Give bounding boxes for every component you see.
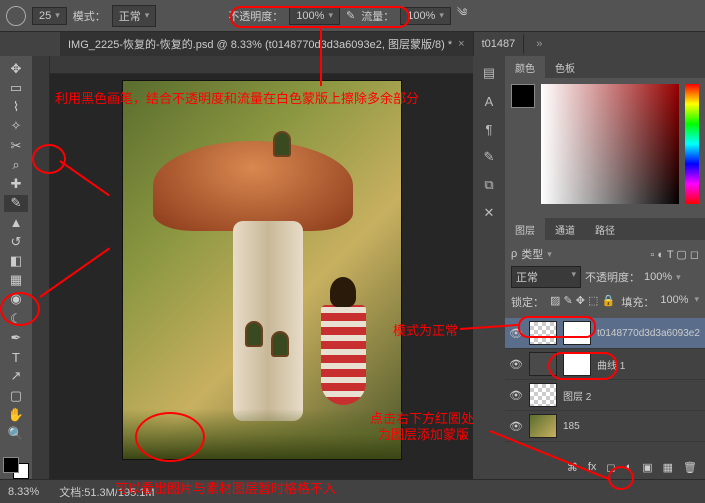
flow-label: 流量： <box>361 8 394 24</box>
hue-slider[interactable] <box>685 84 699 204</box>
mode-label: 模式： <box>73 8 106 24</box>
zoom-value[interactable]: 8.33% <box>8 486 39 498</box>
brush-tool-icon[interactable]: ✎ <box>4 195 28 212</box>
move-tool-icon[interactable]: ✥ <box>4 60 28 77</box>
color-swatches[interactable] <box>3 457 29 479</box>
visibility-icon[interactable]: 👁 <box>509 327 523 340</box>
fg-color-swatch[interactable] <box>3 457 19 473</box>
visibility-icon[interactable]: 👁 <box>509 358 523 371</box>
crop-tool-icon[interactable]: ✂ <box>4 137 28 154</box>
new-layer-icon[interactable]: ▦ <box>663 461 673 474</box>
color-panel <box>505 78 705 218</box>
mask-thumb[interactable] <box>563 321 591 345</box>
history-icon[interactable]: ▤ <box>480 64 498 82</box>
path-tool-icon[interactable]: ↗ <box>4 368 28 385</box>
layer-thumb[interactable] <box>529 383 557 407</box>
eyedropper-tool-icon[interactable]: ⌕ <box>4 156 28 173</box>
tab-inactive[interactable]: t01487 <box>474 34 525 54</box>
heal-tool-icon[interactable]: ✚ <box>4 175 28 192</box>
tab-channels[interactable]: 通道 <box>545 218 585 240</box>
hand-tool-icon[interactable]: ✋ <box>4 406 28 423</box>
ruler-vertical <box>32 56 50 479</box>
blend-mode-dd[interactable]: 正常▾ <box>112 5 157 27</box>
wand-tool-icon[interactable]: ✧ <box>4 118 28 135</box>
adj-thumb[interactable] <box>529 352 557 376</box>
blur-tool-icon[interactable]: ◉ <box>4 291 28 308</box>
dodge-tool-icon[interactable]: ☾ <box>4 310 28 327</box>
zoom-tool-icon[interactable]: 🔍 <box>4 425 28 442</box>
brush-size-dd[interactable]: 25▾ <box>32 7 67 25</box>
document-canvas[interactable] <box>122 80 402 460</box>
layer-list: 👁 t0148770d3d3a6093e2 👁 曲线 1 👁 图层 2 👁 18… <box>505 318 705 455</box>
character-icon[interactable]: A <box>480 92 498 110</box>
paragraph-icon[interactable]: ¶ <box>480 120 498 138</box>
layer-row[interactable]: 👁 曲线 1 <box>505 349 705 380</box>
shape-tool-icon[interactable]: ▢ <box>4 387 28 404</box>
airbrush-icon[interactable]: ༄ <box>457 0 468 31</box>
color-field[interactable] <box>541 84 679 204</box>
layer-thumb[interactable] <box>529 321 557 345</box>
document-tabs: IMG_2225-恢复的-恢复的.psd @ 8.33% (t0148770d3… <box>0 32 705 56</box>
right-panels: 颜色 色板 图层 通道 路径 ρ类型▾ ▫ ◐ T ▢ ◻ 正常▾ 不透明度：1… <box>505 56 705 479</box>
marquee-tool-icon[interactable]: ▭ <box>4 79 28 96</box>
current-color[interactable] <box>511 84 535 108</box>
visibility-icon[interactable]: 👁 <box>509 389 523 402</box>
stamp-tool-icon[interactable]: ▲ <box>4 214 28 231</box>
brush-preview[interactable] <box>6 6 26 26</box>
layer-row[interactable]: 👁 图层 2 <box>505 380 705 411</box>
layer-row[interactable]: 👁 185 <box>505 411 705 442</box>
ruler-horizontal <box>50 56 473 74</box>
type-tool-icon[interactable]: T <box>4 349 28 366</box>
visibility-icon[interactable]: 👁 <box>509 420 523 433</box>
adjustment-icon[interactable]: ◐ <box>626 461 633 473</box>
tab-overflow-icon[interactable]: » <box>536 38 542 50</box>
opacity-dd[interactable]: 100%▾ <box>289 7 340 25</box>
tab-active[interactable]: IMG_2225-恢复的-恢复的.psd @ 8.33% (t0148770d3… <box>60 32 474 56</box>
pen-tool-icon[interactable]: ✒ <box>4 329 28 346</box>
lasso-tool-icon[interactable]: ⌇ <box>4 98 28 115</box>
delete-icon[interactable]: 🗑 <box>683 461 697 474</box>
toolbox: ✥ ▭ ⌇ ✧ ✂ ⌕ ✚ ✎ ▲ ↺ ◧ ▦ ◉ ☾ ✒ T ↗ ▢ ✋ 🔍 <box>0 56 32 479</box>
history-brush-icon[interactable]: ↺ <box>4 233 28 250</box>
clone-icon[interactable]: ⧉ <box>480 176 498 194</box>
layer-blend-dd[interactable]: 正常▾ <box>511 266 581 288</box>
tab-color[interactable]: 颜色 <box>505 56 545 78</box>
swap-icon[interactable]: ✕ <box>480 204 498 222</box>
tab-swatches[interactable]: 色板 <box>545 56 585 78</box>
docsize: 文档:51.3M/195.1M <box>59 484 154 500</box>
status-bar: 8.33% 文档:51.3M/195.1M <box>0 479 705 503</box>
opacity-label: 不透明度： <box>228 8 283 24</box>
tab-paths[interactable]: 路径 <box>585 218 625 240</box>
brush-panel-icon[interactable]: ✎ <box>480 148 498 166</box>
group-icon[interactable]: ▣ <box>642 461 652 474</box>
mask-thumb[interactable] <box>563 352 591 376</box>
layer-thumb[interactable] <box>529 414 557 438</box>
layer-row[interactable]: 👁 t0148770d3d3a6093e2 <box>505 318 705 349</box>
add-mask-icon[interactable]: ◻ <box>606 461 615 474</box>
eraser-tool-icon[interactable]: ◧ <box>4 252 28 269</box>
options-bar: 25▾ 模式： 正常▾ 不透明度： 100%▾ ✎ 流量： 100%▾ ༄ <box>0 0 705 32</box>
gradient-tool-icon[interactable]: ▦ <box>4 272 28 289</box>
close-icon[interactable]: × <box>458 38 464 50</box>
collapsed-panels: ▤ A ¶ ✎ ⧉ ✕ <box>473 56 505 479</box>
tab-layers[interactable]: 图层 <box>505 218 545 240</box>
flow-dd[interactable]: 100%▾ <box>400 7 451 25</box>
canvas-area <box>50 56 473 479</box>
layer-options: ρ类型▾ ▫ ◐ T ▢ ◻ 正常▾ 不透明度：100%▾ 锁定：▨ ✎ ✥ ⬚… <box>505 240 705 318</box>
pressure-icon[interactable]: ✎ <box>346 9 355 22</box>
